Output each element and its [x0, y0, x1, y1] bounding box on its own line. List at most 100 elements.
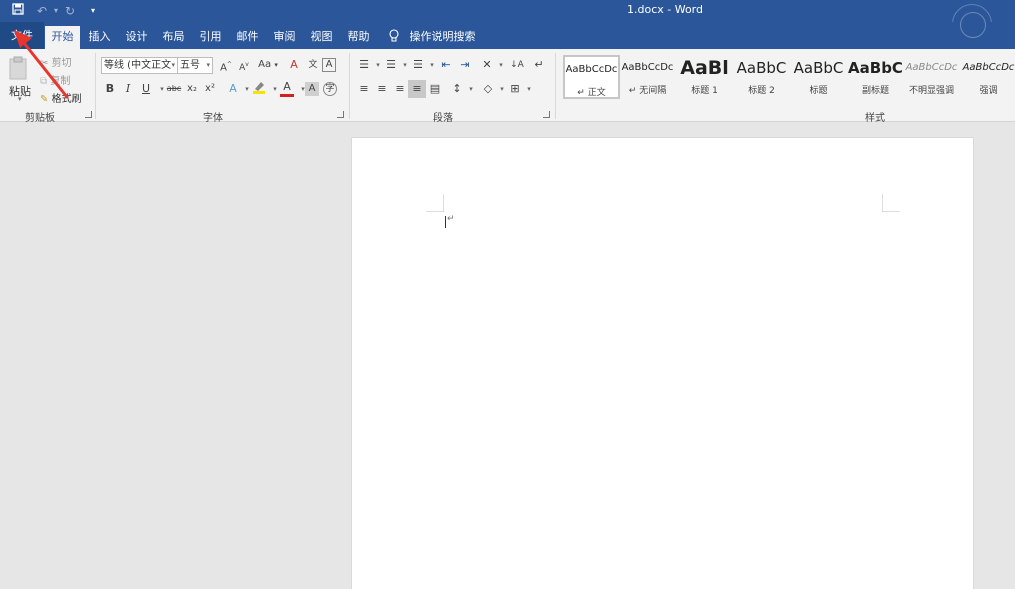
style-no-spacing[interactable]: AaBbCcDc ↵ 无间隔	[619, 55, 676, 99]
change-case-label: Aa	[258, 59, 272, 70]
document-page[interactable]: ↵	[351, 137, 974, 589]
font-name-value: 等线 (中文正文	[104, 60, 172, 71]
style-sample: AaBbCcDc	[962, 62, 1015, 73]
tab-home[interactable]: 开始	[45, 26, 80, 49]
style-heading-1[interactable]: AaBl 标题 1	[676, 55, 733, 99]
justify-icon[interactable]: ≡	[408, 80, 426, 98]
increase-indent-icon[interactable]: ⇥	[456, 56, 474, 74]
style-sample: AaBbC	[793, 59, 844, 77]
decrease-indent-icon[interactable]: ⇤	[437, 56, 455, 74]
style-name: 强调	[979, 86, 998, 96]
font-name-dropdown[interactable]: 等线 (中文正文 ▾	[101, 57, 178, 74]
styles-group-label: 样式	[865, 113, 885, 124]
superscript-button[interactable]: x²	[201, 80, 219, 98]
tab-references[interactable]: 引用	[193, 26, 228, 49]
cut-label: 剪切	[51, 58, 72, 69]
bold-button[interactable]: B	[101, 80, 119, 98]
tab-layout[interactable]: 布局	[156, 26, 191, 49]
tab-file[interactable]: 文件	[0, 22, 44, 49]
paintbrush-icon: ✎	[40, 94, 49, 105]
lightbulb-icon	[389, 29, 399, 42]
style-name: 标题	[809, 86, 828, 96]
group-divider	[95, 53, 96, 119]
ribbon: 粘贴 ▾ ✂ 剪切 ⧉ 复制 ✎ 格式刷 剪贴板 等线 (中文正文 ▾ 五号 ▾ A…	[0, 49, 1015, 124]
redo-icon[interactable]: ↻	[61, 3, 79, 19]
style-name: ↵ 正文	[577, 88, 606, 98]
copy-button[interactable]: ⧉ 复制	[40, 72, 70, 87]
enclose-characters-icon[interactable]: 字	[323, 82, 337, 96]
character-border-icon[interactable]: A	[322, 58, 336, 72]
tab-help[interactable]: 帮助	[341, 26, 376, 49]
character-shading-icon[interactable]: A	[305, 82, 319, 96]
style-sample: AaBbC	[848, 59, 903, 77]
tab-design[interactable]: 设计	[119, 26, 154, 49]
grow-font-button[interactable]: A^	[217, 56, 235, 74]
style-name: 标题 2	[748, 86, 775, 96]
tab-insert[interactable]: 插入	[82, 26, 117, 49]
style-name: 不明显强调	[908, 86, 954, 96]
group-divider	[349, 53, 350, 119]
format-painter-button[interactable]: ✎ 格式刷	[40, 90, 82, 105]
paragraph-mark: ↵	[447, 214, 455, 224]
save-icon[interactable]	[9, 3, 27, 19]
style-sample: AaBbCcDc	[905, 62, 958, 73]
show-formatting-marks-icon[interactable]: ↵	[530, 56, 548, 74]
tell-me-search[interactable]: 操作说明搜索	[388, 26, 476, 49]
margin-corner-mark	[426, 194, 444, 212]
shrink-font-button[interactable]: Av	[235, 56, 253, 74]
tab-review[interactable]: 审阅	[267, 26, 302, 49]
align-left-icon[interactable]: ≡	[355, 80, 373, 98]
strikethrough-button[interactable]: abc	[165, 80, 183, 98]
style-sample: AaBbC	[736, 59, 787, 77]
subscript-button[interactable]: x₂	[183, 80, 201, 98]
clear-formatting-icon[interactable]: A	[285, 56, 303, 74]
chevron-down-icon[interactable]: ▾	[462, 80, 480, 98]
chevron-down-icon: ▾	[206, 61, 210, 69]
italic-button[interactable]: I	[119, 80, 137, 98]
paragraph-group-label: 段落	[433, 113, 453, 124]
paragraph-dialog-launcher[interactable]	[543, 111, 550, 118]
style-heading-2[interactable]: AaBbC 标题 2	[733, 55, 790, 99]
scissors-icon: ✂	[40, 58, 49, 69]
style-subtle-emphasis[interactable]: AaBbCcDc 不明显强调	[903, 55, 960, 99]
ribbon-tabs: 文件 开始 插入 设计 布局 引用 邮件 审阅 视图 帮助 操作说明搜索	[0, 12, 1015, 49]
style-normal[interactable]: AaBbCcDc ↵ 正文	[563, 55, 620, 99]
chevron-down-icon: ▾	[18, 95, 22, 103]
clipboard-dialog-launcher[interactable]	[85, 111, 92, 118]
tab-view[interactable]: 视图	[304, 26, 339, 49]
style-sample: AaBl	[680, 57, 729, 79]
copy-label: 复制	[50, 76, 71, 87]
style-subtitle[interactable]: AaBbC 副标题	[847, 55, 904, 99]
style-name: 标题 1	[691, 86, 718, 96]
style-title[interactable]: AaBbC 标题	[790, 55, 847, 99]
font-color-swatch	[280, 94, 294, 97]
margin-corner-mark	[882, 194, 900, 212]
align-right-icon[interactable]: ≡	[391, 80, 409, 98]
style-name: ↵ 无间隔	[628, 86, 667, 96]
text-cursor	[445, 216, 446, 228]
change-case-button[interactable]: Aa ▾	[256, 56, 280, 74]
clipboard-group-label: 剪贴板	[25, 113, 55, 124]
paste-button[interactable]: 粘贴 ▾	[6, 55, 34, 103]
font-dialog-launcher[interactable]	[337, 111, 344, 118]
chevron-down-icon[interactable]: ▾	[520, 80, 538, 98]
copy-icon: ⧉	[40, 76, 48, 87]
chevron-down-icon: ▾	[171, 61, 175, 69]
group-divider	[555, 53, 556, 119]
window-title: 1.docx - Word	[626, 3, 703, 16]
style-sample: AaBbCcDc	[621, 62, 674, 73]
font-size-dropdown[interactable]: 五号 ▾	[177, 57, 213, 74]
distributed-icon[interactable]: ▤	[426, 80, 444, 98]
align-center-icon[interactable]: ≡	[373, 80, 391, 98]
decorative-circle	[960, 12, 986, 38]
style-name: 副标题	[861, 86, 889, 96]
phonetic-guide-icon[interactable]: 文	[304, 56, 322, 74]
style-emphasis[interactable]: AaBbCcDc 强调	[960, 55, 1015, 99]
tell-me-label: 操作说明搜索	[409, 30, 476, 43]
sort-icon[interactable]: ↓A	[508, 56, 526, 74]
tab-mailings[interactable]: 邮件	[230, 26, 265, 49]
cut-button[interactable]: ✂ 剪切	[40, 54, 72, 69]
font-size-value: 五号	[180, 60, 200, 71]
customize-toolbar-icon[interactable]: ▾	[84, 3, 102, 19]
style-sample: AaBbCcDc	[565, 64, 618, 75]
